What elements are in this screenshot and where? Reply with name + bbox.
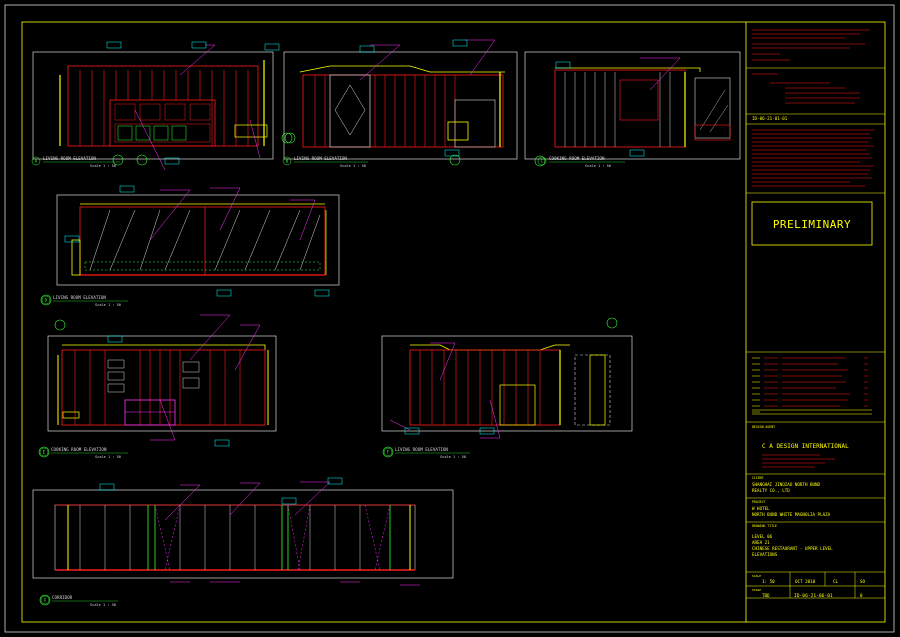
title-e-scale: Scale 1 : 50 xyxy=(95,455,121,459)
title-c-name: COOKING ROOM ELEVATION xyxy=(549,156,605,161)
drawing-title-line-4: ELEVATIONS xyxy=(752,552,778,557)
stage-value: TBD xyxy=(762,593,770,598)
client-line-1: SHANGHAI JINQIAO NORTH BUND xyxy=(752,482,821,487)
client-label: CLIENT xyxy=(752,476,764,480)
design-firm-logo: C A DESIGN INTERNATIONAL xyxy=(762,443,849,450)
title-e-name: COOKING ROOM ELEVATION xyxy=(51,447,107,452)
title-g-scale: Scale 1 : 50 xyxy=(90,603,116,607)
drawing-title-line-2: AREA 21 xyxy=(752,540,770,545)
preliminary-stamp: PRELIMINARY xyxy=(773,218,851,231)
checked-by-value: SO xyxy=(860,579,866,584)
stage-label: STAGE xyxy=(752,588,761,592)
date-value: OCT 2010 xyxy=(795,579,816,584)
title-d-scale: Scale 1 : 50 xyxy=(95,303,121,307)
project-line-2: NORTH BUND WHITE MAGNOLIA PLAZA xyxy=(752,512,831,517)
reference-number: ID-06-21-01-01 xyxy=(752,116,788,121)
title-c-scale: Scale 1 : 50 xyxy=(585,164,611,168)
drawing-title-label: DRAWING TITLE xyxy=(752,524,777,528)
client-line-2: REALTY CO., LTD xyxy=(752,488,790,493)
scale-label: SCALE xyxy=(752,574,761,578)
title-a-scale: Scale 1 : 50 xyxy=(90,164,116,168)
title-f-scale: Scale 1 : 50 xyxy=(440,455,466,459)
title-g-name: CORRIDOR xyxy=(52,595,73,600)
design-agent-label: DESIGN AGENT xyxy=(752,425,775,429)
title-a-name: LIVING ROOM ELEVATION xyxy=(43,156,96,161)
project-label: PROJECT xyxy=(752,500,766,504)
scale-value: 1: 50 xyxy=(762,579,775,584)
drawing-title-line-1: LEVEL 06 xyxy=(752,534,773,539)
title-b-scale: Scale 1 : 50 xyxy=(340,164,366,168)
title-b-name: LIVING ROOM ELEVATION xyxy=(294,156,347,161)
title-d-name: LIVING ROOM ELEVATION xyxy=(53,295,106,300)
project-line-1: W HOTEL xyxy=(752,506,770,511)
drawn-by-value: CL xyxy=(833,579,839,584)
drawing-title-line-3: CHINESE RESTAURANT - UPPER LEVEL xyxy=(752,546,833,551)
title-f-name: LIVING ROOM ELEVATION xyxy=(395,447,448,452)
drawing-sheet: A LIVING ROOM ELEVATION Scale 1 : 50 B L… xyxy=(0,0,900,637)
